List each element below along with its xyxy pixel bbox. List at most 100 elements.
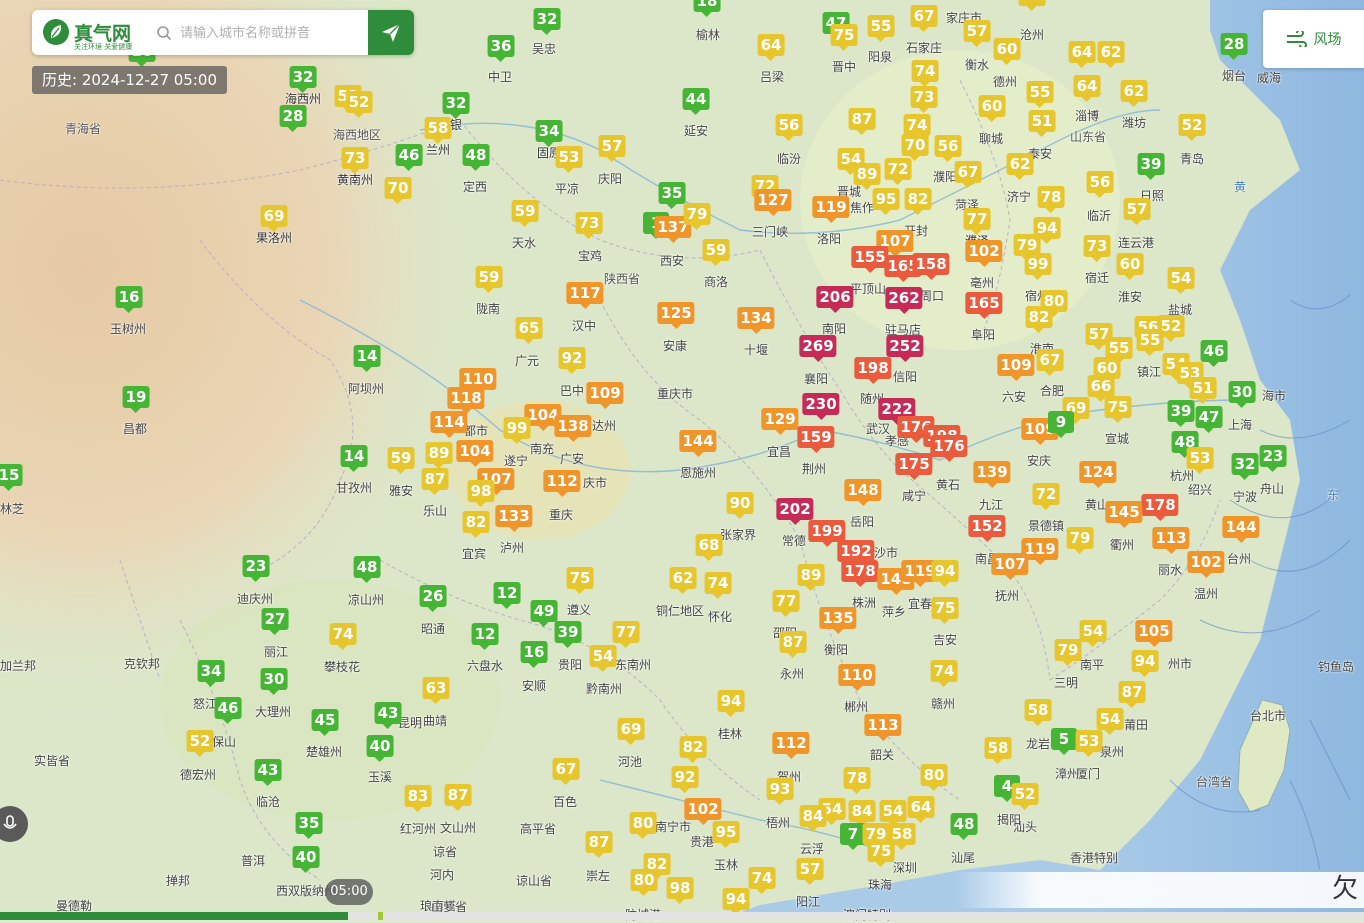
aqi-marker[interactable]: 74 [329, 623, 357, 650]
aqi-marker[interactable]: 89 [425, 442, 453, 469]
aqi-marker[interactable]: 9 [1048, 411, 1074, 438]
aqi-marker[interactable]: 84 [848, 800, 876, 827]
aqi-marker[interactable]: 64 [1068, 41, 1096, 68]
aqi-marker[interactable]: 98 [467, 480, 495, 507]
aqi-marker[interactable]: 77 [772, 590, 800, 617]
aqi-marker[interactable]: 77濮泽 [963, 208, 991, 248]
aqi-marker[interactable]: 59 [702, 239, 730, 266]
aqi-marker[interactable]: 202 [776, 498, 814, 525]
aqi-marker[interactable]: 12 [471, 623, 499, 650]
aqi-marker[interactable]: 113 [864, 714, 902, 741]
aqi-marker[interactable]: 95 [712, 821, 740, 848]
aqi-marker[interactable]: 14 [353, 345, 381, 372]
timeline-bar[interactable] [0, 912, 1364, 920]
aqi-marker[interactable]: 62 [1120, 80, 1148, 107]
aqi-marker[interactable]: 56 [1086, 171, 1114, 198]
aqi-marker[interactable]: 55 [1136, 329, 1164, 356]
aqi-marker[interactable]: 47 [1195, 406, 1223, 433]
aqi-marker[interactable]: 16 [115, 286, 143, 313]
aqi-marker[interactable]: 92 [558, 347, 586, 374]
aqi-marker[interactable]: 14 [340, 445, 368, 472]
aqi-marker[interactable]: 84 [799, 805, 827, 832]
aqi-marker[interactable]: 72 [1032, 483, 1060, 510]
aqi-marker[interactable]: 18 [693, 0, 721, 17]
aqi-marker[interactable]: 46 [214, 697, 242, 724]
aqi-marker[interactable]: 39 [1137, 153, 1165, 180]
aqi-marker[interactable]: 94 [722, 888, 750, 915]
aqi-marker[interactable]: 176 [930, 435, 968, 462]
aqi-marker[interactable]: 59 [1018, 0, 1046, 11]
aqi-marker[interactable]: 35 [295, 812, 323, 839]
aqi-marker[interactable]: 75 [867, 840, 895, 867]
aqi-marker[interactable]: 39 [1167, 400, 1195, 427]
aqi-marker[interactable]: 62 [1097, 41, 1125, 68]
aqi-marker[interactable]: 82 [904, 188, 932, 215]
aqi-marker[interactable]: 30 [260, 668, 288, 695]
aqi-marker[interactable]: 107 [991, 553, 1029, 580]
aqi-marker[interactable]: 87 [1118, 681, 1146, 708]
aqi-marker[interactable]: 46 [395, 144, 423, 171]
aqi-marker[interactable]: 80 [630, 869, 658, 896]
aqi-marker[interactable]: 57 [963, 20, 991, 47]
aqi-marker[interactable]: 87 [848, 108, 876, 135]
aqi-marker[interactable]: 230 [802, 393, 840, 420]
aqi-marker[interactable]: 44 [682, 88, 710, 115]
aqi-marker[interactable]: 252 [886, 335, 924, 362]
aqi-marker[interactable]: 48 [462, 144, 490, 171]
aqi-marker[interactable]: 75 [1104, 396, 1132, 423]
aqi-marker[interactable]: 35 [658, 182, 686, 209]
aqi-marker[interactable]: 80 [920, 764, 948, 791]
aqi-marker[interactable]: 67 [1036, 349, 1064, 376]
aqi-marker[interactable]: 52 [1178, 114, 1206, 141]
search-submit-button[interactable] [368, 10, 414, 55]
aqi-marker[interactable]: 53 [555, 146, 583, 173]
aqi-marker[interactable]: 99 [503, 417, 531, 444]
aqi-marker[interactable]: 55 [867, 15, 895, 42]
aqi-marker[interactable]: 58 [984, 737, 1012, 764]
aqi-marker[interactable]: 73 [575, 212, 603, 239]
aqi-marker[interactable]: 52 [345, 91, 373, 118]
aqi-marker[interactable]: 74 [748, 867, 776, 894]
aqi-marker[interactable]: 75 [931, 597, 959, 624]
aqi-marker[interactable]: 262 [885, 287, 923, 314]
aqi-marker[interactable]: 155 [851, 246, 889, 273]
aqi-marker[interactable]: 112 [543, 470, 581, 497]
aqi-marker[interactable]: 114 [430, 411, 468, 438]
aqi-marker[interactable]: 75 [566, 567, 594, 594]
aqi-marker[interactable]: 12 [493, 582, 521, 609]
aqi-marker[interactable]: 28 [1220, 33, 1248, 60]
aqi-marker[interactable]: 92 [671, 766, 699, 793]
aqi-marker[interactable]: 46 [1200, 340, 1228, 367]
aqi-marker[interactable]: 57 [796, 858, 824, 885]
aqi-marker[interactable]: 63 [422, 677, 450, 704]
aqi-marker[interactable]: 109 [586, 382, 624, 409]
aqi-marker[interactable]: 54 [1167, 267, 1195, 294]
aqi-marker[interactable]: 178 [841, 560, 879, 587]
aqi-marker[interactable]: 59 [387, 447, 415, 474]
aqi-marker[interactable]: 69 果洛州 [256, 205, 292, 245]
aqi-marker[interactable]: 117 [566, 282, 604, 309]
aqi-marker[interactable]: 87 [585, 831, 613, 858]
aqi-marker[interactable]: 39 [554, 621, 582, 648]
aqi-marker[interactable]: 94 [931, 560, 959, 587]
aqi-marker[interactable]: 55 [1105, 337, 1133, 364]
aqi-marker[interactable]: 19 [122, 386, 150, 413]
aqi-marker[interactable]: 75 [830, 24, 858, 51]
aqi-marker[interactable]: 145 [1105, 501, 1143, 528]
aqi-marker[interactable]: 57 [1123, 198, 1151, 225]
aqi-marker[interactable]: 53 [1075, 730, 1103, 757]
aqi-marker[interactable]: 32 海西州 [285, 66, 321, 106]
aqi-marker[interactable]: 60 [993, 38, 1021, 65]
aqi-marker[interactable]: 112 [772, 732, 810, 759]
aqi-marker[interactable]: 60 [978, 95, 1006, 122]
aqi-marker[interactable]: 66 [1087, 375, 1115, 402]
aqi-marker[interactable]: 109 [997, 354, 1035, 381]
aqi-marker[interactable]: 158 [912, 253, 950, 280]
aqi-marker[interactable]: 138 [554, 415, 592, 442]
aqi-marker[interactable]: 64 [907, 796, 935, 823]
aqi-marker[interactable]: 129 [761, 408, 799, 435]
aqi-marker[interactable]: 74 [930, 660, 958, 687]
aqi-marker[interactable]: 43 [254, 759, 282, 786]
aqi-marker[interactable]: 45 [311, 709, 339, 736]
aqi-marker[interactable]: 67 [552, 758, 580, 785]
